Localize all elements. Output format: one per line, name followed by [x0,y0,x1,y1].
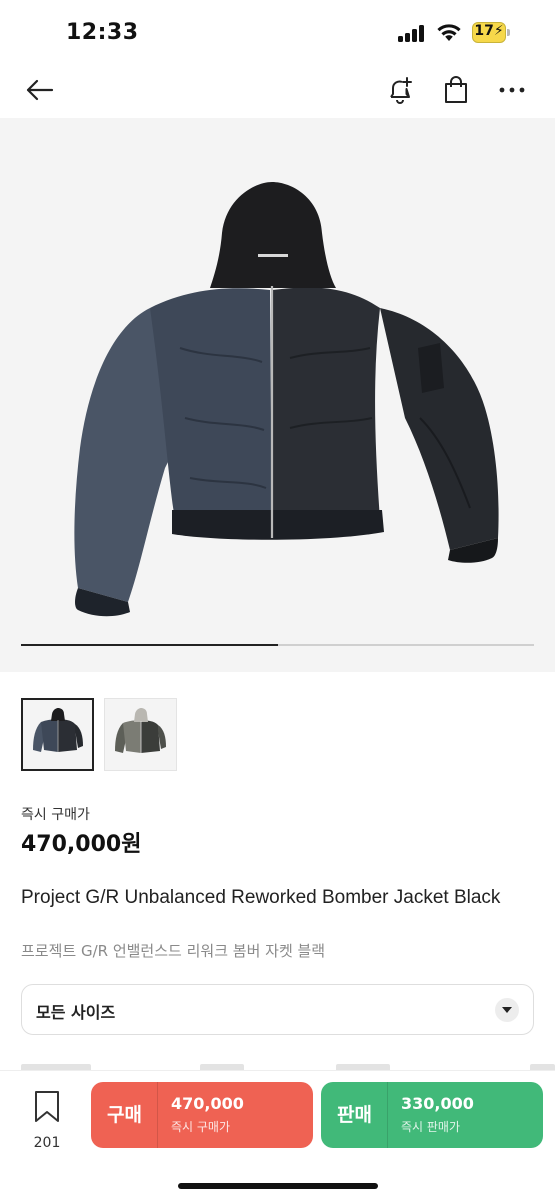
wifi-icon [436,22,462,42]
cut-off-content-row [0,1062,555,1070]
gallery-progress-fill [21,644,278,646]
bomber-jacket-image [74,182,499,617]
product-name-ko: 프로젝트 G/R 언밸런스드 리워크 봄버 자켓 블랙 [21,942,326,960]
thumbnail-black-jacket[interactable] [21,698,94,771]
sell-price: 330,000 [401,1094,474,1113]
thumbnail-grey-jacket[interactable] [104,698,177,771]
product-name-en: Project G/R Unbalanced Reworked Bomber J… [21,887,501,908]
battery-icon: 17⚡ [472,22,510,43]
signal-icon [398,24,428,42]
bell-plus-icon [390,77,412,104]
price-value: 470,000원 [21,832,142,857]
sell-label: 판매 [337,1104,372,1126]
sell-button[interactable]: 판매 330,000 즉시 판매가 [321,1082,543,1148]
status-bar: 12:33 17⚡ [0,0,555,62]
shopping-bag-icon [445,76,467,103]
buy-label: 구매 [107,1104,142,1126]
wishlist-count: 201 [33,1135,61,1151]
more-horizontal-icon [499,87,525,93]
home-indicator[interactable] [178,1183,378,1189]
arrow-left-icon [26,79,54,101]
status-time: 12:33 [66,20,139,45]
product-image-gallery[interactable] [0,118,555,672]
buy-price-caption: 즉시 구매가 [171,1120,231,1134]
cart-button[interactable] [436,70,476,110]
sell-divider [387,1082,388,1148]
back-button[interactable] [20,70,60,110]
top-nav-bar [0,62,555,118]
buy-button[interactable]: 구매 470,000 즉시 구매가 [91,1082,313,1148]
bottom-action-bar: 201 구매 470,000 즉시 구매가 판매 330,000 즉시 판매가 [0,1070,555,1200]
bookmark-icon [35,1091,59,1122]
price-label: 즉시 구매가 [21,807,90,823]
notification-add-button[interactable] [380,70,420,110]
size-selector-label: 모든 사이즈 [36,1003,116,1022]
sell-price-caption: 즉시 판매가 [401,1120,461,1134]
wishlist-button[interactable]: 201 [22,1089,72,1159]
thumbnail-list [21,698,321,772]
chevron-down-icon [495,998,519,1022]
more-options-button[interactable] [492,70,532,110]
gallery-progress-track [21,644,534,646]
buy-price: 470,000 [171,1094,244,1113]
size-selector[interactable]: 모든 사이즈 [21,984,534,1035]
buy-divider [157,1082,158,1148]
battery-level: 17 [474,23,494,39]
